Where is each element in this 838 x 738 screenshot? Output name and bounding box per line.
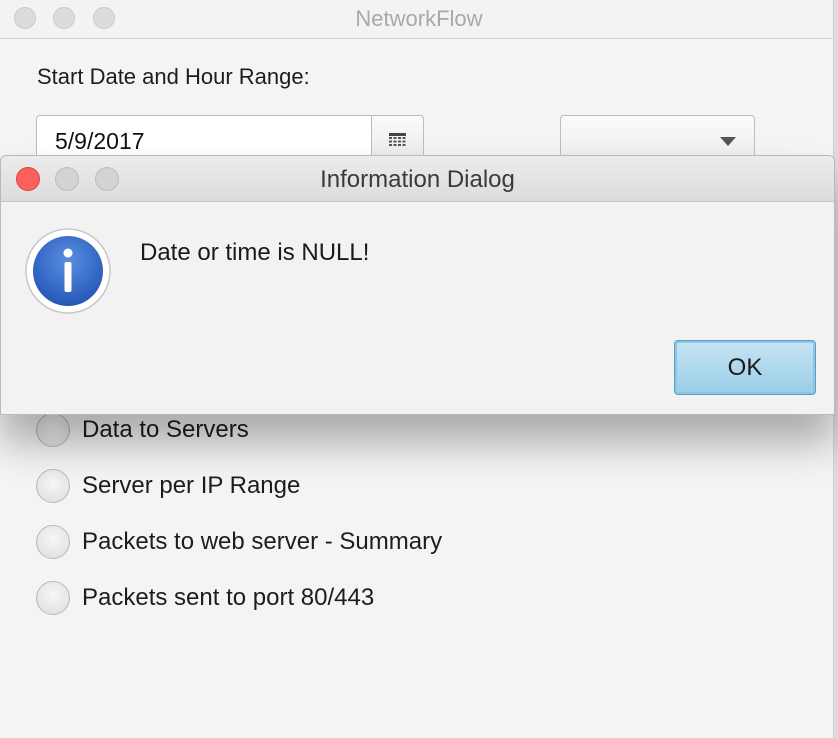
info-icon (25, 228, 111, 314)
calendar-icon (389, 133, 406, 146)
main-titlebar: NetworkFlow (0, 0, 838, 39)
dialog-message: Date or time is NULL! (140, 239, 370, 266)
ok-button[interactable]: OK (674, 340, 816, 395)
radio-button[interactable] (36, 469, 70, 503)
chevron-down-icon (720, 137, 736, 146)
option-label: Packets sent to port 80/443 (82, 584, 375, 611)
information-dialog: Information Dialog Date or time is NULL!… (0, 155, 835, 415)
option-label: Data to Servers (82, 416, 249, 443)
dialog-titlebar: Information Dialog (1, 156, 834, 202)
radio-button[interactable] (36, 525, 70, 559)
radio-button[interactable] (36, 581, 70, 615)
window-title: NetworkFlow (355, 6, 483, 31)
dialog-title: Information Dialog (320, 166, 515, 193)
option-label: Packets to web server - Summary (82, 528, 443, 555)
start-date-label: Start Date and Hour Range: (37, 64, 310, 89)
radio-button[interactable] (36, 413, 70, 447)
option-label: Server per IP Range (82, 472, 301, 499)
